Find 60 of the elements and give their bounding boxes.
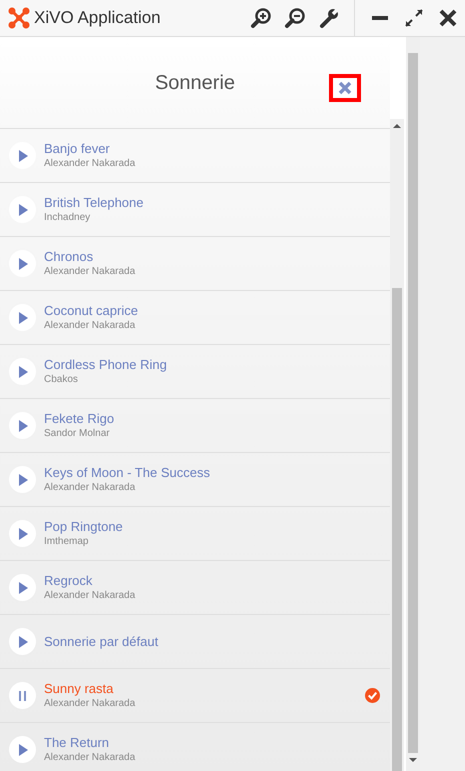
ringtone-author: Alexander Nakarada xyxy=(44,319,136,332)
zoom-in-icon xyxy=(250,7,272,29)
minimize-icon xyxy=(372,16,388,20)
play-button[interactable] xyxy=(9,466,36,494)
ringtone-name[interactable]: Sunny rasta xyxy=(44,681,365,698)
ringtone-author: Imthemap xyxy=(44,535,90,548)
window-title: XiVO Application xyxy=(34,7,161,30)
play-icon xyxy=(16,582,28,594)
ringtone-author: Cbakos xyxy=(44,373,79,386)
zoom-out-icon xyxy=(284,7,306,29)
ringtone-name[interactable]: Fekete Rigo xyxy=(44,411,380,428)
scroll-down-icon[interactable] xyxy=(409,757,417,763)
play-icon xyxy=(16,636,28,648)
play-icon xyxy=(16,312,28,324)
play-icon xyxy=(16,204,28,216)
play-icon xyxy=(16,474,28,486)
play-icon xyxy=(16,150,28,162)
dialog-title: Sonnerie xyxy=(154,70,236,96)
list-scrollbar[interactable] xyxy=(390,119,404,771)
expand-icon xyxy=(403,7,425,29)
ringtone-author: Alexander Nakarada xyxy=(44,697,136,710)
play-button[interactable] xyxy=(9,520,36,548)
ringtone-author: Alexander Nakarada xyxy=(44,751,136,764)
wrench-icon xyxy=(318,7,340,29)
ringtone-name[interactable]: Regrock xyxy=(44,573,380,590)
play-icon xyxy=(16,258,28,270)
ringtone-author: Sandor Molnar xyxy=(44,427,111,440)
play-icon xyxy=(16,744,28,756)
ringtone-author: Alexander Nakarada xyxy=(44,157,136,170)
ringtone-name[interactable]: Keys of Moon - The Success xyxy=(44,465,380,482)
ringtone-author: Alexander Nakarada xyxy=(44,589,136,602)
ringtone-author: Alexander Nakarada xyxy=(44,481,136,494)
close-icon xyxy=(438,8,458,28)
ringtone-name[interactable]: Coconut caprice xyxy=(44,303,380,320)
ringtone-name[interactable]: Pop Ringtone xyxy=(44,519,380,536)
ringtone-author: Alexander Nakarada xyxy=(44,265,136,278)
scroll-up-icon[interactable] xyxy=(393,123,401,129)
play-button[interactable] xyxy=(9,358,36,386)
play-button[interactable] xyxy=(9,574,36,602)
play-icon xyxy=(16,528,28,540)
pause-icon xyxy=(18,690,28,702)
ringtone-name[interactable]: The Return xyxy=(44,735,380,752)
play-button[interactable] xyxy=(9,628,36,656)
ringtone-name[interactable]: Banjo fever xyxy=(44,141,380,158)
play-button[interactable] xyxy=(9,142,36,170)
ringtone-name[interactable]: Cordless Phone Ring xyxy=(44,357,380,374)
close-icon xyxy=(337,80,353,96)
ringtone-name[interactable]: Sonnerie par défaut xyxy=(44,634,380,650)
play-icon xyxy=(16,420,28,432)
play-button[interactable] xyxy=(9,304,36,332)
play-button[interactable] xyxy=(9,412,36,440)
app-logo-icon xyxy=(8,7,30,29)
ringtone-author: Inchadney xyxy=(44,211,92,224)
ringtone-name[interactable]: Chronos xyxy=(44,249,380,266)
play-button[interactable] xyxy=(9,736,36,764)
play-icon xyxy=(16,366,28,378)
ringtone-name[interactable]: British Telephone xyxy=(44,195,380,212)
play-button[interactable] xyxy=(9,250,36,278)
play-button[interactable] xyxy=(9,196,36,224)
pause-button[interactable] xyxy=(9,682,36,710)
